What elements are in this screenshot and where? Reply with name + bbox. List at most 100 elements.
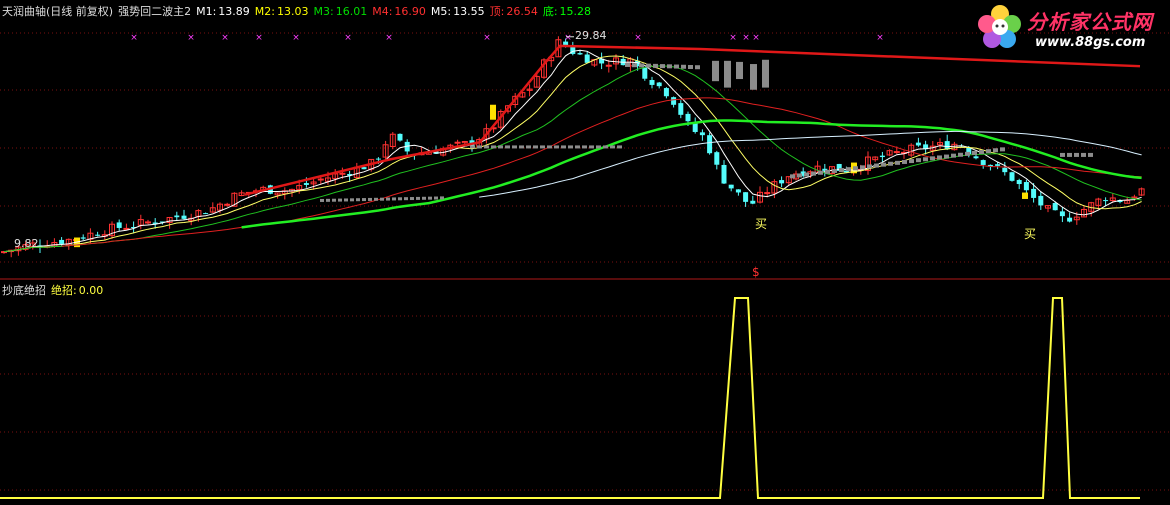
candle-body-down bbox=[1052, 203, 1058, 211]
candle-body-up bbox=[605, 64, 612, 67]
gray-bar bbox=[923, 157, 928, 162]
candle-body-down bbox=[995, 164, 1001, 166]
gray-bar bbox=[568, 145, 573, 149]
candle-body-down bbox=[203, 213, 209, 215]
candle-body-down bbox=[80, 237, 86, 239]
gray-bar bbox=[498, 145, 503, 149]
gray-bar bbox=[667, 64, 672, 69]
gray-bar bbox=[1060, 152, 1065, 157]
gray-bar bbox=[356, 198, 360, 202]
gray-bar bbox=[554, 145, 559, 149]
gray-bar bbox=[724, 60, 731, 88]
candle-body-down bbox=[1002, 167, 1008, 173]
gray-bar bbox=[526, 145, 531, 149]
gray-bar bbox=[434, 196, 438, 200]
gray-bar bbox=[617, 145, 622, 149]
cross-marker: × bbox=[344, 33, 352, 43]
candle-body-up bbox=[317, 178, 324, 181]
gray-bar bbox=[416, 196, 420, 200]
gray-bar bbox=[440, 196, 444, 200]
candle-body-down bbox=[95, 234, 101, 236]
gray-bar bbox=[839, 168, 844, 173]
candle-body-down bbox=[944, 141, 950, 150]
gray-bar bbox=[344, 198, 348, 202]
cross-marker: × bbox=[634, 33, 642, 43]
gray-bar bbox=[881, 162, 886, 167]
gray-bar bbox=[674, 64, 679, 69]
candle-body-down bbox=[116, 222, 122, 228]
gray-bar bbox=[632, 63, 637, 68]
gray-bar bbox=[790, 174, 795, 179]
gray-bar bbox=[603, 145, 608, 149]
gray-bar bbox=[750, 64, 757, 90]
candle-body-down bbox=[649, 80, 655, 85]
gray-bar bbox=[867, 164, 872, 169]
gray-bar bbox=[1081, 152, 1086, 157]
gray-bar bbox=[326, 198, 330, 202]
gray-bar bbox=[470, 145, 475, 149]
candle-body-down bbox=[1067, 217, 1073, 222]
candle-body-up bbox=[145, 221, 151, 224]
gray-bar bbox=[804, 172, 809, 177]
candle-body-down bbox=[303, 183, 309, 185]
gray-bar bbox=[422, 196, 426, 200]
main-header: 天润曲轴(日线 前复权) 强势回二波主2 M1: 13.89 M2: 13.03 M3: 16… bbox=[2, 3, 596, 19]
gray-bar bbox=[404, 197, 408, 201]
bottom-label: 底: bbox=[542, 5, 558, 18]
gray-bar bbox=[338, 198, 342, 202]
gray-bar bbox=[561, 145, 566, 149]
candle-body-down bbox=[879, 155, 885, 158]
gray-bar bbox=[895, 160, 900, 165]
candle-body-up bbox=[893, 151, 900, 154]
gray-bar bbox=[695, 65, 700, 70]
gray-bar bbox=[575, 145, 580, 149]
gray-bar bbox=[320, 198, 324, 202]
gray-bar bbox=[646, 63, 651, 68]
m1-value: 13.89 bbox=[218, 5, 250, 18]
candle-body-down bbox=[361, 167, 367, 170]
candle-body-down bbox=[721, 164, 727, 184]
candle-body-down bbox=[678, 103, 684, 115]
sub-signal-label: 绝招: bbox=[51, 284, 77, 297]
candle-body-down bbox=[181, 215, 187, 219]
candle-body-down bbox=[1103, 200, 1109, 202]
candle-body-down bbox=[1023, 182, 1029, 191]
cross-marker: × bbox=[130, 33, 138, 43]
gray-bar bbox=[547, 145, 552, 149]
sub-indicator-name: 抄底绝招 bbox=[2, 284, 46, 297]
m3-value: 16.01 bbox=[335, 5, 368, 18]
gray-bar bbox=[930, 156, 935, 161]
gray-bar bbox=[491, 145, 496, 149]
gray-bar bbox=[392, 197, 396, 201]
gray-bar bbox=[596, 145, 601, 149]
site-logo: 分析家公式网 www.88gs.com bbox=[975, 2, 1165, 52]
dollar-marker-label: $ bbox=[752, 265, 760, 279]
m5-value: 13.55 bbox=[453, 5, 485, 18]
candle-body-down bbox=[174, 215, 180, 218]
gray-bar bbox=[332, 198, 336, 202]
m4-label: M4: bbox=[372, 5, 393, 18]
gray-bar bbox=[484, 145, 489, 149]
candle-body-up bbox=[764, 192, 771, 195]
candle-body-up bbox=[454, 141, 461, 144]
gray-bar bbox=[979, 150, 984, 155]
gray-bar bbox=[972, 150, 977, 155]
candle-body-up bbox=[339, 172, 346, 175]
gray-bar bbox=[660, 64, 665, 69]
ma-line-m4 bbox=[61, 97, 1142, 247]
gray-bar bbox=[937, 155, 942, 160]
gray-bar bbox=[410, 197, 414, 201]
gray-bar bbox=[625, 62, 630, 67]
signal-bar bbox=[1022, 192, 1028, 199]
cross-marker: × bbox=[292, 33, 300, 43]
m4-value: 16.90 bbox=[394, 5, 426, 18]
candle-body-down bbox=[685, 113, 691, 122]
candle-body-up bbox=[123, 227, 130, 230]
gray-bar bbox=[712, 60, 719, 82]
logo-title: 分析家公式网 bbox=[1027, 10, 1153, 34]
gray-bar bbox=[986, 149, 991, 154]
candle-body-down bbox=[671, 97, 677, 105]
gray-bar bbox=[653, 63, 658, 68]
gray-bar bbox=[1067, 152, 1072, 157]
flower-logo-icon bbox=[978, 5, 1021, 48]
